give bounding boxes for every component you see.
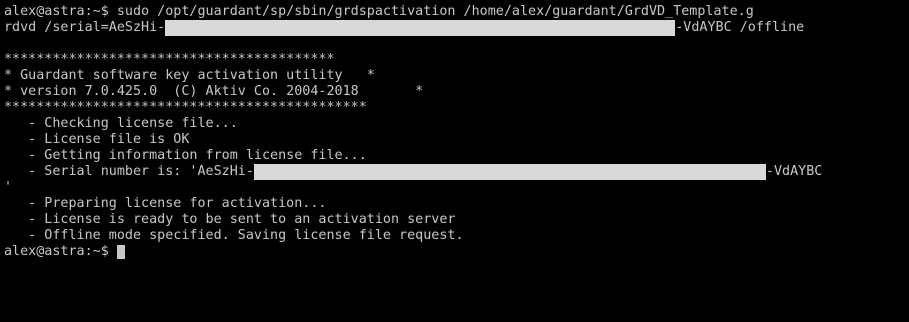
banner-version: * version 7.0.425.0 (C) Aktiv Co. 2004-2…: [4, 84, 424, 99]
serial-suffix: -VdAYBC: [765, 164, 823, 179]
output-ready: - License is ready to be sent to an acti…: [4, 212, 456, 227]
output-offline-mode: - Offline mode specified. Saving license…: [4, 228, 464, 243]
command-line-1: alex@astra:~$ sudo /opt/guardant/sp/sbin…: [4, 4, 905, 20]
redacted-serial-block: [165, 20, 676, 36]
output-preparing: - Preparing license for activation...: [4, 196, 327, 211]
output-checking: - Checking license file...: [4, 116, 238, 131]
command-continuation-start: rdvd /serial=AeSzHi-: [4, 20, 166, 35]
banner-title: * Guardant software key activation utili…: [4, 68, 375, 83]
command-line-2: rdvd /serial=AeSzHi- -VdAYBC /offline: [4, 20, 905, 36]
terminal-window[interactable]: alex@astra:~$ sudo /opt/guardant/sp/sbin…: [0, 0, 909, 322]
shell-prompt: alex@astra:~$: [4, 244, 117, 259]
banner-top-border: ****************************************…: [4, 52, 335, 67]
command-text: alex@astra:~$ sudo /opt/guardant/sp/sbin…: [4, 4, 754, 19]
output-getting-info: - Getting information from license file.…: [4, 148, 367, 163]
prompt-line[interactable]: alex@astra:~$: [4, 244, 905, 260]
output-license-ok: - License file is OK: [4, 132, 190, 147]
output-serial-quote: ': [4, 180, 13, 195]
serial-label: - Serial number is: 'AeSzHi-: [4, 164, 254, 179]
output-serial-number: - Serial number is: 'AeSzHi- -VdAYBC: [4, 164, 905, 180]
redacted-serial-block: [253, 164, 766, 180]
banner-bottom-border: ****************************************…: [4, 100, 367, 115]
cursor-block: [116, 245, 125, 259]
command-continuation-end: -VdAYBC /offline: [675, 20, 805, 35]
